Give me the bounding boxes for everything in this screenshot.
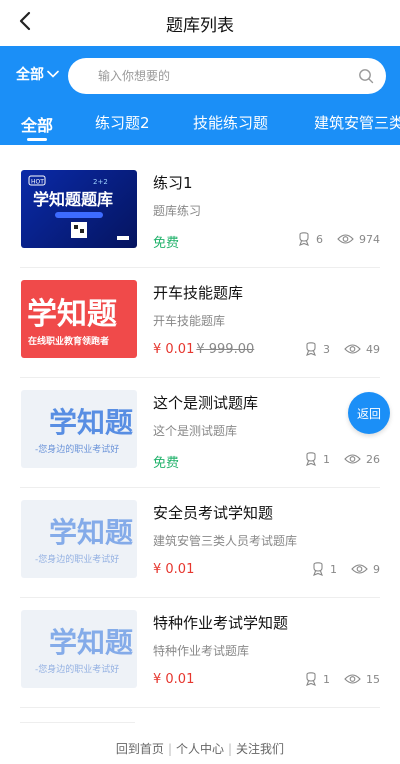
thumbnail-image: 学知题 在线职业教育领跑者 <box>27 297 117 347</box>
thumb-extra: 2+2 <box>93 178 108 186</box>
user-icon <box>306 342 316 356</box>
item-price: ¥ 0.01 <box>153 562 195 577</box>
footer-links: 回到首页 | 个人中心 | 关注我们 <box>0 740 400 757</box>
item-stats: 6 974 <box>297 232 380 246</box>
thumb-slogan: -您身边的职业考试好 <box>35 553 119 565</box>
item-title: 特种作业考试学知题 <box>153 614 289 632</box>
thumb-slogan: 在线职业教育领跑者 <box>28 335 109 347</box>
page-title: 题库列表 <box>166 16 234 36</box>
people-count: 1 <box>323 672 330 686</box>
item-thumbnail: 学知题 -您身边的职业考试好 <box>21 610 137 688</box>
people-count: 6 <box>316 232 323 246</box>
active-tab-indicator <box>27 138 47 141</box>
home-link[interactable]: 回到首页 <box>116 742 164 756</box>
item-title: 开车技能题库 <box>153 284 244 302</box>
item-price: ¥ 0.01 <box>153 672 195 687</box>
list-item[interactable]: 学知题 在线职业教育领跑者 开车技能题库 开车技能题库 ¥ 0.01 ¥ 999.… <box>20 268 380 378</box>
item-price: 免费 <box>153 456 180 471</box>
item-stats: 1 26 <box>304 452 380 466</box>
tab-construction-safety[interactable]: 建筑安管三类 <box>314 112 400 133</box>
item-subtitle: 题库练习 <box>153 204 202 218</box>
list-item[interactable]: HOT 2+2 学知题题库 练习1 题库练习 免费 6 974 <box>20 158 380 268</box>
item-price: 免费 <box>153 236 180 251</box>
search-header: 全部 全部 练习题2 技能练习题 建筑安管三类 <box>0 46 400 145</box>
eye-icon <box>337 234 354 244</box>
thumb-badge: HOT <box>31 179 44 186</box>
eye-icon <box>344 344 361 354</box>
thumbnail-image: 学知题 -您身边的职业考试好 <box>35 626 133 675</box>
item-subtitle: 开车技能题库 <box>153 314 226 328</box>
people-count: 1 <box>323 452 330 466</box>
people-count: 1 <box>330 562 337 576</box>
thumb-slogan: -您身边的职业考试好 <box>35 443 119 455</box>
view-count: 9 <box>373 562 380 576</box>
item-thumbnail: 学知题 -您身边的职业考试好 <box>21 500 137 578</box>
item-title: 练习1 <box>153 174 193 192</box>
item-thumbnail: HOT 2+2 学知题题库 <box>21 170 137 248</box>
filter-label: 全部 <box>16 67 44 83</box>
divider <box>20 722 135 723</box>
thumb-title: 学知题题库 <box>33 190 113 209</box>
thumbnail-image: HOT 2+2 学知题题库 <box>28 175 129 240</box>
item-stats: 3 49 <box>304 342 380 356</box>
user-icon <box>299 232 309 246</box>
list-item[interactable]: 学知题 -您身边的职业考试好 安全员考试学知题 建筑安管三类人员考试题库 ¥ 0… <box>20 488 380 598</box>
item-subtitle: 这个是测试题库 <box>153 424 238 438</box>
eye-icon <box>351 564 368 574</box>
category-tabs: 全部 练习题2 技能练习题 建筑安管三类 <box>0 112 400 142</box>
thumbnail-image: 学知题 -您身边的职业考试好 <box>35 406 133 455</box>
search-input[interactable] <box>98 58 348 94</box>
view-count: 49 <box>366 342 380 356</box>
eye-icon <box>344 674 361 684</box>
thumb-title: 学知题 <box>49 626 133 659</box>
eye-icon <box>344 454 361 464</box>
original-price: ¥ 999.00 <box>196 342 255 357</box>
tab-exercise-2[interactable]: 练习题2 <box>95 112 150 133</box>
item-thumbnail: 学知题 在线职业教育领跑者 <box>21 280 137 358</box>
tab-skill-exercise[interactable]: 技能练习题 <box>193 112 268 133</box>
separator: | <box>228 742 233 756</box>
people-count: 3 <box>323 342 330 356</box>
follow-us-link[interactable]: 关注我们 <box>236 742 284 756</box>
category-filter-dropdown[interactable]: 全部 <box>16 64 59 84</box>
current-price: ¥ 0.01 <box>153 342 195 357</box>
thumb-title: 学知题 <box>49 406 133 439</box>
user-icon <box>306 672 316 686</box>
thumb-title: 学知题 <box>49 516 133 549</box>
personal-center-link[interactable]: 个人中心 <box>176 742 224 756</box>
list-item[interactable]: 学知题 -您身边的职业考试好 特种作业考试学知题 特种作业考试题库 ¥ 0.01… <box>20 598 380 708</box>
item-subtitle: 建筑安管三类人员考试题库 <box>153 534 298 548</box>
item-title: 安全员考试学知题 <box>153 504 274 522</box>
thumb-title: 学知题 <box>27 297 117 332</box>
view-count: 15 <box>366 672 380 686</box>
view-count: 26 <box>366 452 380 466</box>
list-item[interactable]: 学知题 -您身边的职业考试好 这个是测试题库 这个是测试题库 免费 1 26 <box>20 378 380 488</box>
return-button[interactable]: 返回 <box>348 392 390 434</box>
view-count: 974 <box>359 232 380 246</box>
chevron-down-icon <box>47 70 59 78</box>
item-stats: 1 9 <box>311 562 380 576</box>
item-thumbnail: 学知题 -您身边的职业考试好 <box>21 390 137 468</box>
tab-all[interactable]: 全部 <box>21 112 53 136</box>
item-price: ¥ 0.01 ¥ 999.00 <box>153 342 254 357</box>
search-icon[interactable] <box>358 68 374 84</box>
thumbnail-image: 学知题 -您身边的职业考试好 <box>35 516 133 565</box>
thumb-slogan: -您身边的职业考试好 <box>35 663 119 675</box>
separator: | <box>167 742 172 756</box>
user-icon <box>313 562 323 576</box>
item-title: 这个是测试题库 <box>153 394 259 412</box>
item-stats: 1 15 <box>304 672 380 686</box>
user-icon <box>306 452 316 466</box>
item-subtitle: 特种作业考试题库 <box>153 644 250 658</box>
top-bar: 题库列表 <box>0 0 400 46</box>
search-box <box>68 58 386 94</box>
